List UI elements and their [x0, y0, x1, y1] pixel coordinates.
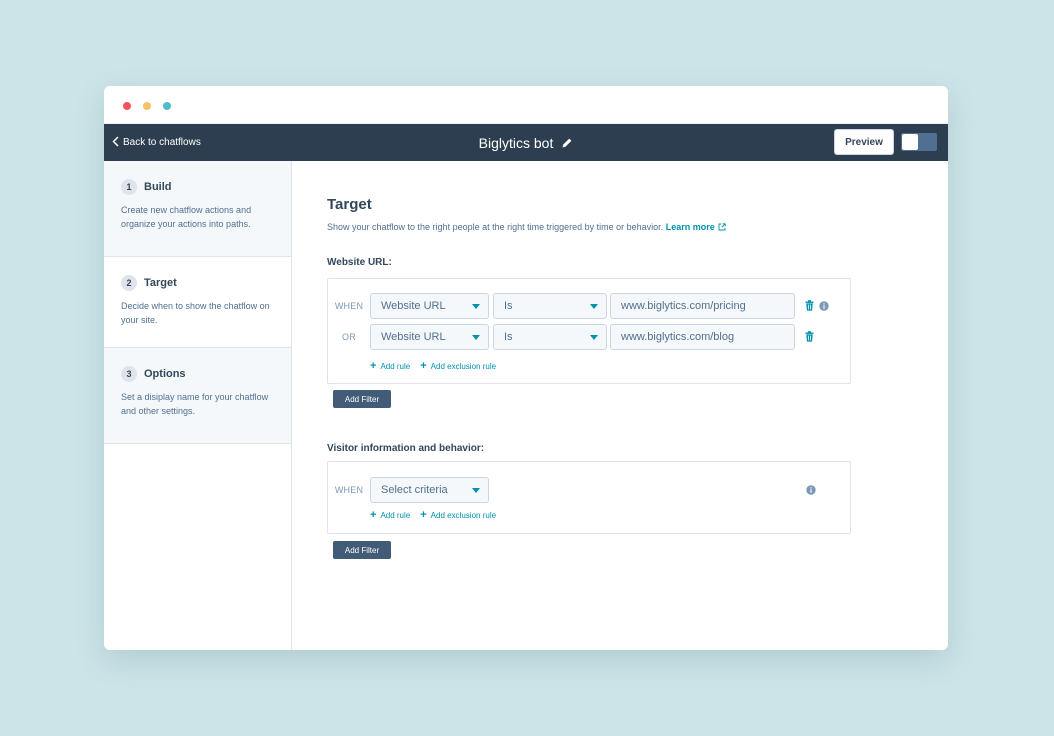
- add-exclusion-rule-label: Add exclusion rule: [430, 362, 497, 371]
- field-select[interactable]: Website URL: [370, 293, 489, 319]
- bot-title: Biglytics bot: [478, 134, 554, 151]
- caret-down-icon: [472, 488, 480, 493]
- visitor-section-title: Visitor information and behavior:: [327, 443, 485, 454]
- step-description: Create new chatflow actions and organize…: [121, 205, 252, 229]
- subtitle-text: Show your chatflow to the right people a…: [327, 222, 664, 232]
- external-link-icon: [718, 223, 726, 233]
- add-exclusion-rule-link[interactable]: + Add exclusion rule: [420, 510, 496, 521]
- plus-icon: +: [370, 509, 377, 521]
- url-value-input[interactable]: www.biglytics.com/pricing: [610, 293, 795, 319]
- url-value-input[interactable]: www.biglytics.com/blog: [610, 324, 795, 350]
- maximize-window-dot[interactable]: [163, 102, 171, 110]
- caret-down-icon: [472, 304, 480, 309]
- learn-more-link[interactable]: Learn more: [666, 222, 726, 232]
- step-title: Options: [144, 368, 186, 380]
- criteria-select[interactable]: Select criteria: [370, 477, 489, 503]
- field-select-value: Website URL: [381, 300, 446, 312]
- step-options[interactable]: 3 Options Set a disiplay name for your c…: [104, 348, 291, 444]
- plus-icon: +: [420, 509, 427, 521]
- back-link-label: Back to chatflows: [123, 137, 201, 148]
- condition-select-value: Is: [504, 300, 513, 312]
- info-icon[interactable]: [819, 301, 829, 311]
- filter-row: OR Website URL Is www.biglytics.com/blog: [328, 324, 850, 350]
- operator-label: WHEN: [334, 485, 364, 495]
- field-select-value: Website URL: [381, 331, 446, 343]
- steps-sidebar: 1 Build Create new chatflow actions and …: [104, 161, 292, 650]
- step-title: Build: [144, 181, 172, 193]
- step-build[interactable]: 1 Build Create new chatflow actions and …: [104, 161, 291, 257]
- caret-down-icon: [590, 335, 598, 340]
- app-window: Back to chatflows Biglytics bot Preview …: [104, 86, 948, 650]
- add-filter-button[interactable]: Add Filter: [333, 541, 391, 559]
- chevron-left-icon: [112, 136, 119, 149]
- visitor-filter-box: WHEN Select criteria + Add rule + Add ex…: [327, 461, 851, 534]
- pencil-icon[interactable]: [561, 137, 573, 149]
- add-rule-link[interactable]: + Add rule: [370, 361, 410, 372]
- add-filter-button[interactable]: Add Filter: [333, 390, 391, 408]
- step-number: 1: [121, 179, 137, 195]
- top-navigation-bar: Back to chatflows Biglytics bot Preview: [104, 124, 948, 161]
- step-description: Set a disiplay name for your chatflow an…: [121, 392, 269, 416]
- condition-select-value: Is: [504, 331, 513, 343]
- plus-icon: +: [420, 360, 427, 372]
- trash-icon[interactable]: [805, 331, 814, 342]
- toggle-knob: [902, 134, 918, 150]
- website-url-filter-box: WHEN Website URL Is www.biglytics.com/pr…: [327, 278, 851, 384]
- page-subtitle: Show your chatflow to the right people a…: [327, 222, 726, 233]
- bot-title-area: Biglytics bot: [104, 124, 948, 161]
- step-title: Target: [144, 277, 177, 289]
- step-description: Decide when to show the chatflow on your…: [121, 301, 270, 325]
- minimize-window-dot[interactable]: [143, 102, 151, 110]
- trash-icon[interactable]: [805, 300, 814, 311]
- condition-select[interactable]: Is: [493, 324, 607, 350]
- condition-select[interactable]: Is: [493, 293, 607, 319]
- add-rule-links: + Add rule + Add exclusion rule: [370, 361, 506, 372]
- add-rule-label: Add rule: [380, 511, 411, 520]
- info-icon[interactable]: [806, 485, 816, 495]
- add-exclusion-rule-link[interactable]: + Add exclusion rule: [420, 361, 496, 372]
- website-url-section-title: Website URL:: [327, 257, 392, 268]
- back-to-chatflows-link[interactable]: Back to chatflows: [112, 124, 201, 161]
- operator-label: WHEN: [334, 301, 364, 311]
- operator-label: OR: [342, 332, 356, 342]
- add-exclusion-rule-label: Add exclusion rule: [430, 511, 497, 520]
- add-rule-link[interactable]: + Add rule: [370, 510, 410, 521]
- target-main-panel: Target Show your chatflow to the right p…: [327, 161, 948, 650]
- field-select[interactable]: Website URL: [370, 324, 489, 350]
- add-rule-links: + Add rule + Add exclusion rule: [370, 510, 506, 521]
- window-titlebar: [104, 86, 948, 124]
- filter-row: WHEN Website URL Is www.biglytics.com/pr…: [328, 293, 850, 319]
- step-number: 3: [121, 366, 137, 382]
- plus-icon: +: [370, 360, 377, 372]
- learn-more-label: Learn more: [665, 222, 715, 232]
- add-rule-label: Add rule: [380, 362, 411, 371]
- step-target[interactable]: 2 Target Decide when to show the chatflo…: [104, 257, 291, 348]
- caret-down-icon: [590, 304, 598, 309]
- close-window-dot[interactable]: [123, 102, 131, 110]
- filter-row: WHEN Select criteria: [328, 477, 850, 503]
- step-number: 2: [121, 275, 137, 291]
- bot-enabled-toggle[interactable]: [901, 133, 937, 151]
- criteria-select-value: Select criteria: [381, 484, 448, 496]
- caret-down-icon: [472, 335, 480, 340]
- page-title: Target: [327, 196, 372, 213]
- preview-button[interactable]: Preview: [834, 129, 894, 155]
